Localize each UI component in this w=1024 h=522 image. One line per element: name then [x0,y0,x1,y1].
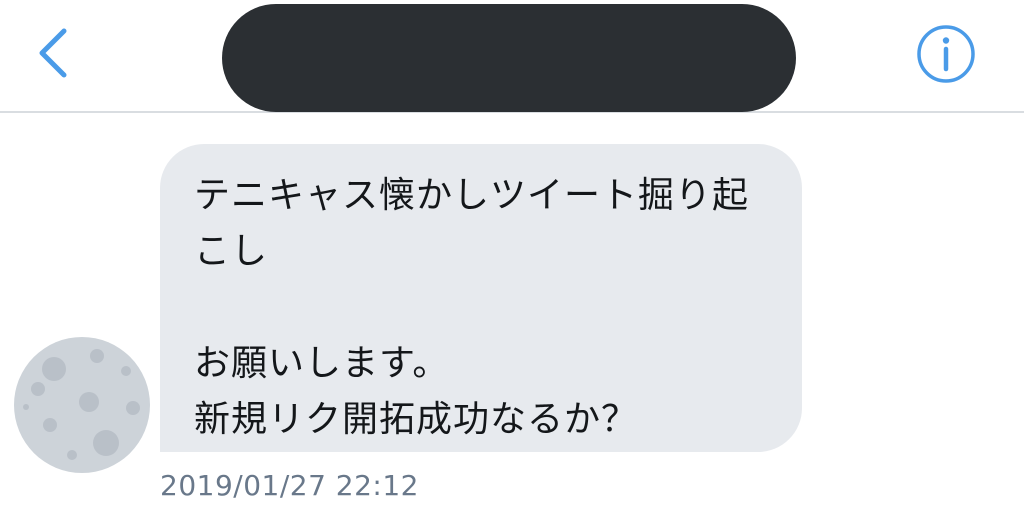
avatar[interactable] [14,337,150,473]
moon-avatar-icon [14,337,150,473]
redacted-conversation-title [222,4,796,112]
chevron-left-icon [39,28,67,78]
info-button[interactable] [914,22,978,86]
message-line: 新規リク開拓成功なるか？ [194,399,639,440]
conversation-header [0,0,1024,113]
info-circle-icon [917,25,975,83]
message-bubble[interactable]: テニキャス懐かしツイート掘り起 こし お願いします。 新規リク開拓成功なるか？ [160,144,802,452]
back-button[interactable] [24,20,84,86]
message-timestamp: 2019/01/27 22:12 [160,469,419,502]
message-line: テニキャス懐かしツイート掘り起 [194,175,750,216]
message-line: こし [194,231,269,272]
message-line: お願いします。 [194,343,450,384]
